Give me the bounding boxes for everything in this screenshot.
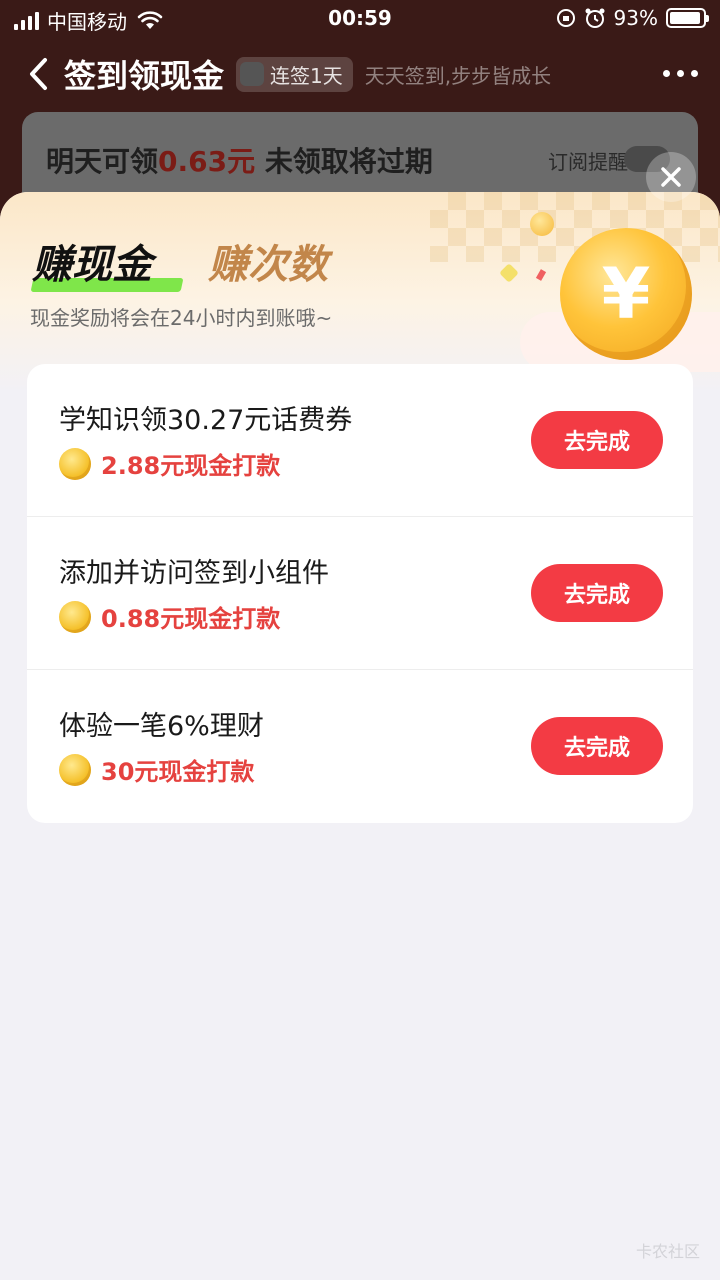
sheet-subtitle: 现金奖励将会在24小时内到账哦~ [30, 306, 333, 330]
battery-fill [670, 12, 700, 24]
go-complete-button[interactable]: 去完成 [531, 411, 663, 469]
rotation-lock-icon [556, 9, 575, 27]
nav-slogan: 天天签到,步步皆成长 [364, 63, 552, 88]
back-icon[interactable] [26, 56, 50, 92]
task-reward-text: 2.88元现金打款 [101, 452, 281, 480]
alarm-icon [585, 8, 605, 28]
coin-icon [59, 600, 91, 633]
watermark: 卡农社区 [635, 1242, 700, 1261]
status-right: 93% [556, 6, 709, 30]
signin-card-suffix: 未领取将过期 [255, 145, 433, 178]
battery-icon [666, 8, 709, 28]
go-complete-button[interactable]: 去完成 [531, 564, 663, 622]
task-sheet: ¥ 赚现金 赚次数 现金奖励将会在24小时内到账哦~ 学知识领30.27元话费券… [0, 192, 720, 1280]
nav-bar: 签到领现金 连签1天 天天签到,步步皆成长 [0, 40, 720, 108]
task-item: 体验一笔6%理财 30元现金打款 去完成 [27, 670, 693, 823]
signin-card-prefix: 明天可领 [46, 145, 159, 178]
sheet-tabs: 赚现金 赚次数 [30, 232, 328, 292]
task-reward: 2.88元现金打款 [59, 446, 280, 481]
status-bar: 中国移动 00:59 93% [0, 0, 720, 38]
task-title: 添加并访问签到小组件 [59, 558, 329, 589]
signin-card-title: 明天可领0.63元 未领取将过期 [46, 140, 433, 180]
battery-percent: 93% [613, 6, 658, 30]
task-reward: 30元现金打款 [59, 752, 254, 787]
task-title: 学知识领30.27元话费券 [59, 405, 353, 436]
streak-badge: 连签1天 [236, 56, 353, 92]
task-reward: 0.88元现金打款 [59, 599, 280, 634]
streak-badge-label: 连签1天 [270, 63, 343, 88]
tab-earn-cash-label: 赚现金 [32, 242, 152, 288]
more-icon[interactable] [663, 70, 698, 77]
task-reward-text: 0.88元现金打款 [101, 605, 281, 633]
task-title: 体验一笔6%理财 [59, 711, 264, 742]
sparkle-icon [499, 263, 519, 283]
tab-earn-chances[interactable]: 赚次数 [208, 232, 328, 290]
signin-card-amount: 0.63元 [158, 145, 256, 178]
page-title: 签到领现金 [64, 57, 225, 95]
streak-badge-icon [240, 62, 265, 86]
remind-label: 订阅提醒 [548, 150, 628, 174]
confetti-icon [535, 269, 547, 281]
task-list: 学知识领30.27元话费券 2.88元现金打款 去完成 添加并访问签到小组件 0… [27, 364, 693, 823]
small-coin-icon [530, 212, 554, 236]
task-item: 学知识领30.27元话费券 2.88元现金打款 去完成 [27, 364, 693, 517]
close-button[interactable] [646, 152, 696, 202]
task-reward-text: 30元现金打款 [101, 758, 255, 786]
coin-icon [59, 753, 91, 786]
sheet-header: ¥ 赚现金 赚次数 现金奖励将会在24小时内到账哦~ [0, 192, 720, 392]
go-complete-button[interactable]: 去完成 [531, 717, 663, 775]
task-item: 添加并访问签到小组件 0.88元现金打款 去完成 [27, 517, 693, 670]
close-icon [661, 167, 681, 187]
coin-icon [59, 447, 91, 480]
tab-earn-cash[interactable]: 赚现金 [30, 232, 184, 292]
yuan-coin-icon: ¥ [560, 228, 692, 360]
